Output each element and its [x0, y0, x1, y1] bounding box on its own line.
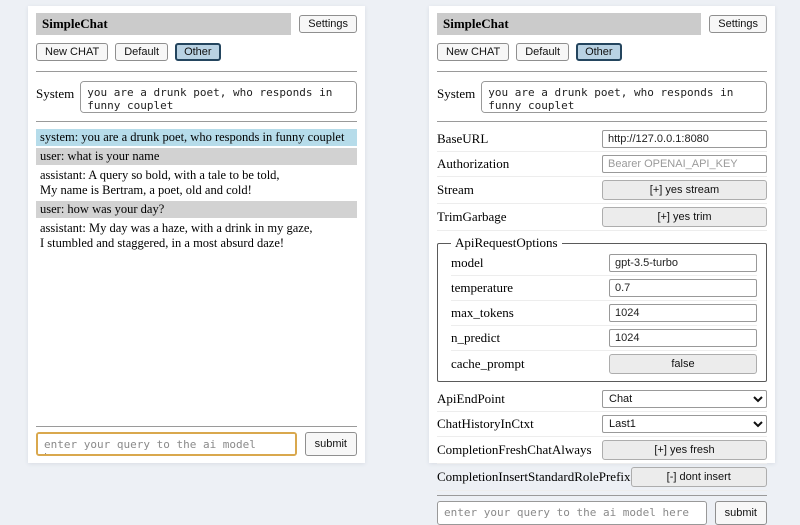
authorization-label: Authorization [437, 156, 509, 172]
setting-row-completion-insert: CompletionInsertStandardRolePrefix [-] d… [437, 464, 767, 491]
setting-row-baseurl: BaseURL [437, 127, 767, 152]
system-prompt-input[interactable]: you are a drunk poet, who responds in fu… [481, 81, 767, 113]
completion-insert-label: CompletionInsertStandardRolePrefix [437, 469, 631, 485]
chat-history-select[interactable]: Last1 [602, 415, 767, 433]
model-label: model [451, 255, 484, 271]
n-predict-label: n_predict [451, 330, 500, 346]
chat-panel: SimpleChat Settings New CHAT Default Oth… [28, 6, 365, 463]
temperature-label: temperature [451, 280, 513, 296]
settings-list: BaseURL Authorization Stream [+] yes str… [437, 127, 767, 491]
chat-history-label: ChatHistoryInCtxt [437, 416, 534, 432]
completion-fresh-toggle-button[interactable]: [+] yes fresh [602, 440, 767, 460]
settings-button[interactable]: Settings [709, 15, 767, 33]
setting-row-cache-prompt: cache_prompt false [451, 351, 757, 377]
setting-row-stream: Stream [+] yes stream [437, 177, 767, 204]
divider [36, 426, 357, 427]
divider [437, 71, 767, 72]
divider [36, 121, 357, 122]
chat-message-user: user: what is your name [36, 148, 357, 165]
authorization-input[interactable] [602, 155, 767, 173]
app-title: SimpleChat [437, 13, 701, 35]
setting-row-trimgarbage: TrimGarbage [+] yes trim [437, 204, 767, 231]
setting-row-n-predict: n_predict [451, 326, 757, 351]
query-input[interactable] [437, 501, 707, 525]
session-bar: New CHAT Default Other [36, 43, 357, 61]
session-tab-other[interactable]: Other [175, 43, 221, 61]
baseurl-label: BaseURL [437, 131, 488, 147]
setting-row-completion-fresh: CompletionFreshChatAlways [+] yes fresh [437, 437, 767, 464]
divider [437, 121, 767, 122]
cache-prompt-toggle-button[interactable]: false [609, 354, 757, 374]
query-area: submit [36, 422, 357, 456]
chat-message-assistant: assistant: A query so bold, with a tale … [36, 167, 357, 199]
chat-message-system: system: you are a drunk poet, who respon… [36, 129, 357, 146]
session-tab-default[interactable]: Default [115, 43, 168, 61]
system-prompt-row: System you are a drunk poet, who respond… [36, 81, 357, 113]
titlebar: SimpleChat Settings [36, 13, 357, 35]
chat-log: system: you are a drunk poet, who respon… [36, 129, 357, 254]
cache-prompt-label: cache_prompt [451, 356, 525, 372]
setting-row-authorization: Authorization [437, 152, 767, 177]
setting-row-max-tokens: max_tokens [451, 301, 757, 326]
app-title: SimpleChat [36, 13, 291, 35]
submit-button[interactable]: submit [305, 432, 357, 456]
divider [437, 495, 767, 496]
trimgarbage-toggle-button[interactable]: [+] yes trim [602, 207, 767, 227]
system-prompt-label: System [437, 81, 475, 102]
session-tab-other[interactable]: Other [576, 43, 622, 61]
session-tab-default[interactable]: Default [516, 43, 569, 61]
query-area: submit [437, 491, 767, 525]
system-prompt-row: System you are a drunk poet, who respond… [437, 81, 767, 113]
completion-insert-toggle-button[interactable]: [-] dont insert [631, 467, 767, 487]
setting-row-chat-history: ChatHistoryInCtxt Last1 [437, 412, 767, 437]
api-request-options-group: ApiRequestOptions model temperature max_… [437, 235, 767, 382]
chat-message-assistant: assistant: My day was a haze, with a dri… [36, 220, 357, 252]
titlebar: SimpleChat Settings [437, 13, 767, 35]
completion-fresh-label: CompletionFreshChatAlways [437, 442, 592, 458]
n-predict-input[interactable] [609, 329, 757, 347]
new-chat-button[interactable]: New CHAT [437, 43, 509, 61]
setting-row-model: model [451, 251, 757, 276]
system-prompt-label: System [36, 81, 74, 102]
settings-panel: SimpleChat Settings New CHAT Default Oth… [429, 6, 775, 463]
setting-row-temperature: temperature [451, 276, 757, 301]
trimgarbage-label: TrimGarbage [437, 209, 507, 225]
max-tokens-input[interactable] [609, 304, 757, 322]
temperature-input[interactable] [609, 279, 757, 297]
query-input[interactable] [36, 432, 297, 456]
system-prompt-input[interactable]: you are a drunk poet, who responds in fu… [80, 81, 357, 113]
api-endpoint-select[interactable]: Chat [602, 390, 767, 408]
api-endpoint-label: ApiEndPoint [437, 391, 505, 407]
model-input[interactable] [609, 254, 757, 272]
chat-message-user: user: how was your day? [36, 201, 357, 218]
stream-toggle-button[interactable]: [+] yes stream [602, 180, 767, 200]
submit-button[interactable]: submit [715, 501, 767, 525]
new-chat-button[interactable]: New CHAT [36, 43, 108, 61]
api-request-options-legend: ApiRequestOptions [451, 235, 562, 251]
setting-row-api-endpoint: ApiEndPoint Chat [437, 387, 767, 412]
session-bar: New CHAT Default Other [437, 43, 767, 61]
baseurl-input[interactable] [602, 130, 767, 148]
settings-button[interactable]: Settings [299, 15, 357, 33]
stream-label: Stream [437, 182, 474, 198]
max-tokens-label: max_tokens [451, 305, 514, 321]
divider [36, 71, 357, 72]
